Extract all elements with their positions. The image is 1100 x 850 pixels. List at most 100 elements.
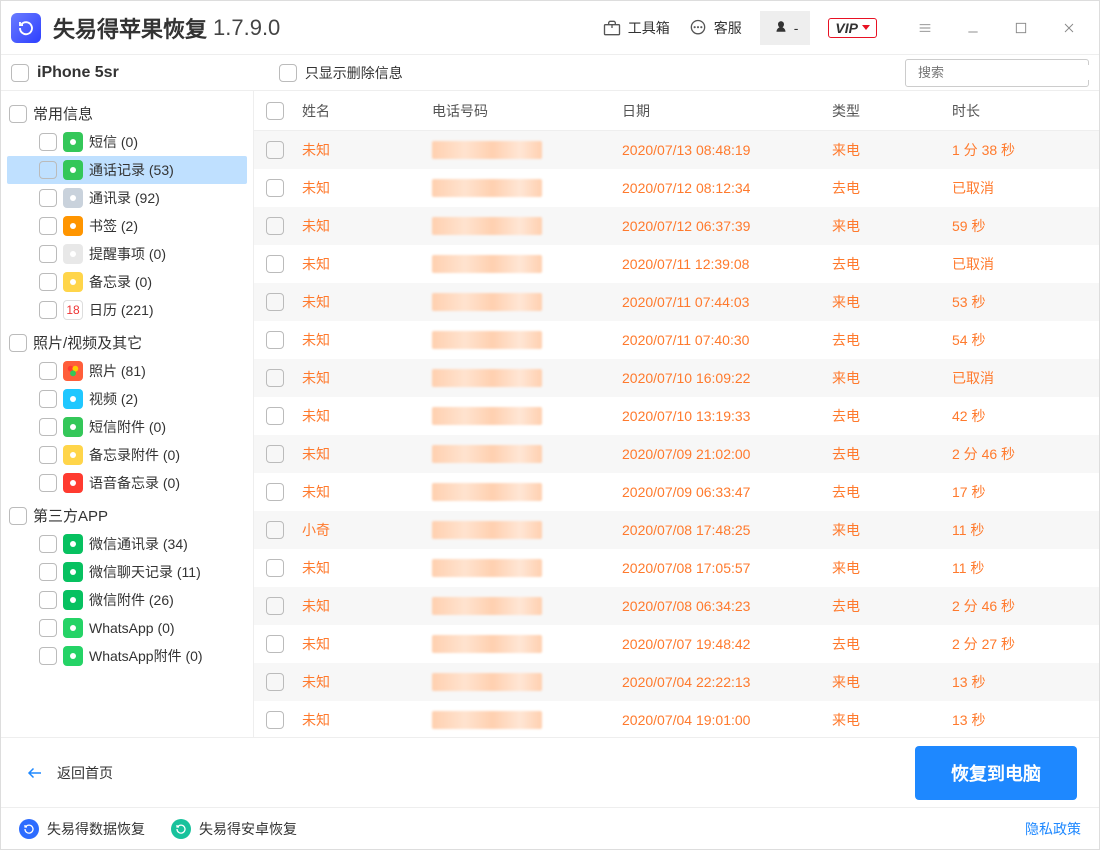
item-checkbox[interactable]	[39, 301, 57, 319]
row-checkbox[interactable]	[266, 559, 284, 577]
row-checkbox[interactable]	[266, 141, 284, 159]
row-checkbox[interactable]	[266, 521, 284, 539]
item-checkbox[interactable]	[39, 189, 57, 207]
item-checkbox[interactable]	[39, 418, 57, 436]
table-row[interactable]: 未知2020/07/08 06:34:23去电2 分 46 秒	[254, 587, 1099, 625]
item-checkbox[interactable]	[39, 647, 57, 665]
sidebar-group-header[interactable]: 第三方APP	[7, 501, 247, 530]
back-home-button[interactable]: 返回首页	[23, 763, 113, 783]
sidebar-item[interactable]: 通话记录 (53)	[7, 156, 247, 184]
table-row[interactable]: 未知2020/07/08 17:05:57来电11 秒	[254, 549, 1099, 587]
privacy-link[interactable]: 隐私政策	[1025, 819, 1081, 839]
th-name[interactable]: 姓名	[302, 101, 432, 121]
item-checkbox[interactable]	[39, 474, 57, 492]
row-checkbox[interactable]	[266, 293, 284, 311]
show-deleted-toggle[interactable]: 只显示删除信息	[279, 63, 403, 83]
brand-android-recovery[interactable]: 失易得安卓恢复	[171, 819, 297, 839]
sidebar-group-header[interactable]: 照片/视频及其它	[7, 328, 247, 357]
table-row[interactable]: 未知2020/07/04 22:22:13来电13 秒	[254, 663, 1099, 701]
minimize-button[interactable]	[953, 13, 993, 43]
table-row[interactable]: 未知2020/07/10 13:19:33去电42 秒	[254, 397, 1099, 435]
table-row[interactable]: 小奇2020/07/08 17:48:25来电11 秒	[254, 511, 1099, 549]
item-checkbox[interactable]	[39, 591, 57, 609]
sidebar-item[interactable]: 语音备忘录 (0)	[7, 469, 247, 497]
maximize-button[interactable]	[1001, 13, 1041, 43]
row-checkbox[interactable]	[266, 445, 284, 463]
voice-icon	[63, 473, 83, 493]
sidebar-item[interactable]: 短信 (0)	[7, 128, 247, 156]
row-checkbox[interactable]	[266, 635, 284, 653]
table-row[interactable]: 未知2020/07/10 16:09:22来电已取消	[254, 359, 1099, 397]
th-phone[interactable]: 电话号码	[432, 101, 622, 121]
deleted-checkbox[interactable]	[279, 64, 297, 82]
group-checkbox[interactable]	[9, 105, 27, 123]
sidebar-item[interactable]: 微信聊天记录 (11)	[7, 558, 247, 586]
sidebar-item[interactable]: 视频 (2)	[7, 385, 247, 413]
device-checkbox[interactable]	[11, 64, 29, 82]
item-checkbox[interactable]	[39, 446, 57, 464]
th-date[interactable]: 日期	[622, 101, 832, 121]
sidebar-item[interactable]: 备忘录附件 (0)	[7, 441, 247, 469]
sidebar-item[interactable]: 备忘录 (0)	[7, 268, 247, 296]
sidebar-item[interactable]: 18日历 (221)	[7, 296, 247, 324]
item-checkbox[interactable]	[39, 535, 57, 553]
table-row[interactable]: 未知2020/07/11 07:40:30去电54 秒	[254, 321, 1099, 359]
menu-button[interactable]	[905, 13, 945, 43]
row-checkbox[interactable]	[266, 179, 284, 197]
brand-data-recovery[interactable]: 失易得数据恢复	[19, 819, 145, 839]
table-row[interactable]: 未知2020/07/12 08:12:34去电已取消	[254, 169, 1099, 207]
sidebar-item[interactable]: 照片 (81)	[7, 357, 247, 385]
table-row[interactable]: 未知2020/07/13 08:48:19来电1 分 38 秒	[254, 131, 1099, 169]
sidebar-item[interactable]: WhatsApp附件 (0)	[7, 642, 247, 670]
table-row[interactable]: 未知2020/07/12 06:37:39来电59 秒	[254, 207, 1099, 245]
item-checkbox[interactable]	[39, 133, 57, 151]
item-checkbox[interactable]	[39, 563, 57, 581]
item-checkbox[interactable]	[39, 217, 57, 235]
close-button[interactable]	[1049, 13, 1089, 43]
search-input[interactable]	[918, 65, 1094, 80]
item-checkbox[interactable]	[39, 362, 57, 380]
search-box[interactable]	[905, 59, 1089, 87]
sidebar-item[interactable]: 短信附件 (0)	[7, 413, 247, 441]
row-checkbox[interactable]	[266, 711, 284, 729]
row-checkbox[interactable]	[266, 255, 284, 273]
sidebar-item[interactable]: 提醒事项 (0)	[7, 240, 247, 268]
item-checkbox[interactable]	[39, 619, 57, 637]
group-checkbox[interactable]	[9, 334, 27, 352]
account-button[interactable]: -	[760, 11, 811, 45]
item-checkbox[interactable]	[39, 161, 57, 179]
cell-type: 去电	[832, 634, 952, 654]
sidebar-group-header[interactable]: 常用信息	[7, 99, 247, 128]
row-checkbox[interactable]	[266, 369, 284, 387]
item-checkbox[interactable]	[39, 390, 57, 408]
select-all-checkbox[interactable]	[266, 102, 284, 120]
support-button[interactable]: 客服	[688, 18, 742, 38]
sidebar-item[interactable]: 书签 (2)	[7, 212, 247, 240]
table-row[interactable]: 未知2020/07/09 06:33:47去电17 秒	[254, 473, 1099, 511]
table-row[interactable]: 未知2020/07/07 19:48:42去电2 分 27 秒	[254, 625, 1099, 663]
th-duration[interactable]: 时长	[952, 101, 1087, 121]
row-checkbox[interactable]	[266, 331, 284, 349]
th-type[interactable]: 类型	[832, 101, 952, 121]
row-checkbox[interactable]	[266, 483, 284, 501]
table-row[interactable]: 未知2020/07/11 12:39:08去电已取消	[254, 245, 1099, 283]
table-row[interactable]: 未知2020/07/11 07:44:03来电53 秒	[254, 283, 1099, 321]
sidebar-item[interactable]: 微信通讯录 (34)	[7, 530, 247, 558]
row-checkbox[interactable]	[266, 597, 284, 615]
sidebar-item[interactable]: WhatsApp (0)	[7, 614, 247, 642]
recover-button[interactable]: 恢复到电脑	[915, 746, 1077, 800]
sidebar-item[interactable]: 通讯录 (92)	[7, 184, 247, 212]
row-checkbox[interactable]	[266, 407, 284, 425]
vip-badge[interactable]: VIP	[828, 18, 877, 38]
cell-date: 2020/07/07 19:48:42	[622, 636, 832, 652]
row-checkbox[interactable]	[266, 673, 284, 691]
row-checkbox[interactable]	[266, 217, 284, 235]
item-checkbox[interactable]	[39, 273, 57, 291]
table-row[interactable]: 未知2020/07/09 21:02:00去电2 分 46 秒	[254, 435, 1099, 473]
item-checkbox[interactable]	[39, 245, 57, 263]
toolbox-button[interactable]: 工具箱	[602, 18, 670, 38]
sidebar-item[interactable]: 微信附件 (26)	[7, 586, 247, 614]
table-row[interactable]: 未知2020/07/04 19:01:00来电13 秒	[254, 701, 1099, 737]
cell-name: 未知	[302, 140, 432, 160]
group-checkbox[interactable]	[9, 507, 27, 525]
